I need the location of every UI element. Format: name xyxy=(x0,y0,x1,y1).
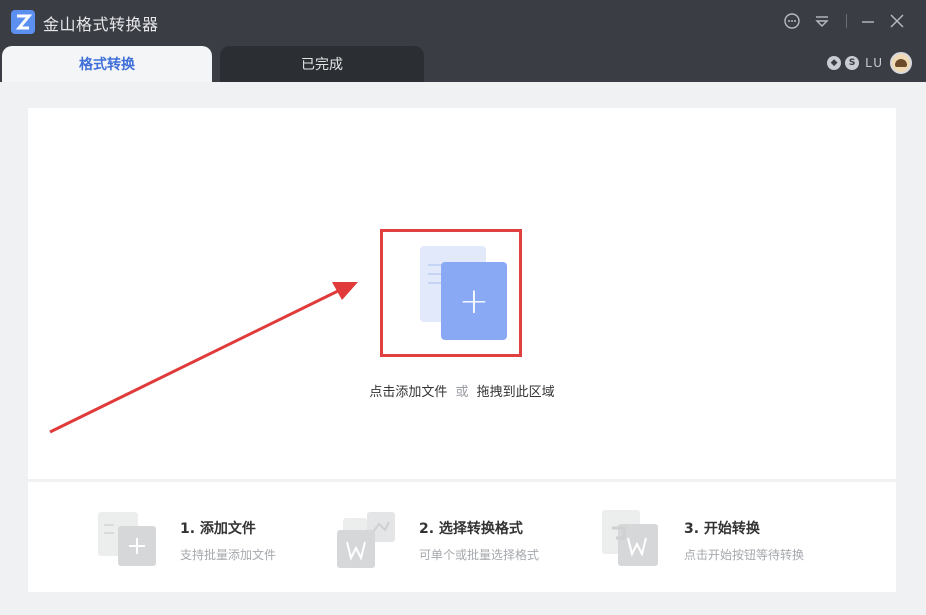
add-file-button[interactable]: + xyxy=(380,229,522,357)
menu-icon[interactable] xyxy=(811,10,833,32)
vip-icon: ◆ xyxy=(827,56,842,70)
step-desc: 支持批量添加文件 xyxy=(180,548,277,562)
step-title: 3. 开始转换 xyxy=(684,521,760,537)
step-desc: 可单个或批量选择格式 xyxy=(419,548,540,562)
step-add-file: 1. 添加文件 支持批量添加文件 xyxy=(98,510,328,568)
step-title: 1. 添加文件 xyxy=(180,521,256,537)
step-select-format: 2. 选择转换格式 可单个或批量选择格式 xyxy=(337,510,577,568)
avatar[interactable] xyxy=(890,52,912,74)
close-icon[interactable] xyxy=(886,10,908,32)
main-content: + 点击添加文件 或 拖拽到此区域 1. 添加文件 支持批量添加文件 2. 选择… xyxy=(0,82,926,615)
s-badge-icon: S xyxy=(845,56,860,70)
add-file-icon xyxy=(98,510,158,568)
add-file-link[interactable]: 点击添加文件 xyxy=(369,385,447,400)
file-drop-zone[interactable]: + 点击添加文件 或 拖拽到此区域 xyxy=(28,108,896,479)
select-format-icon xyxy=(337,510,397,568)
app-title: 金山格式转换器 xyxy=(43,15,159,34)
feedback-icon[interactable] xyxy=(781,10,803,32)
app-logo-icon xyxy=(11,10,35,34)
tab-completed[interactable]: 已完成 xyxy=(220,46,424,82)
user-name: LU xyxy=(865,56,884,70)
title-separator xyxy=(846,14,847,28)
tab-bar: 格式转换 已完成 ◆ S LU xyxy=(0,44,926,82)
user-area[interactable]: ◆ S LU xyxy=(827,52,912,74)
start-convert-icon xyxy=(602,510,662,568)
steps-panel: 1. 添加文件 支持批量添加文件 2. 选择转换格式 可单个或批量选择格式 3.… xyxy=(28,482,896,592)
drag-hint-text: 拖拽到此区域 xyxy=(476,385,555,400)
drop-hint: 点击添加文件 或 拖拽到此区域 xyxy=(28,381,896,400)
step-desc: 点击开始按钮等待转换 xyxy=(684,548,805,562)
tab-format-convert[interactable]: 格式转换 xyxy=(2,46,212,82)
or-label: 或 xyxy=(455,385,469,400)
plus-icon: + xyxy=(441,262,507,340)
minimize-icon[interactable] xyxy=(857,10,879,32)
step-title: 2. 选择转换格式 xyxy=(419,521,523,537)
title-bar: 金山格式转换器 xyxy=(0,0,926,44)
step-start-convert: 3. 开始转换 点击开始按钮等待转换 xyxy=(602,510,862,568)
